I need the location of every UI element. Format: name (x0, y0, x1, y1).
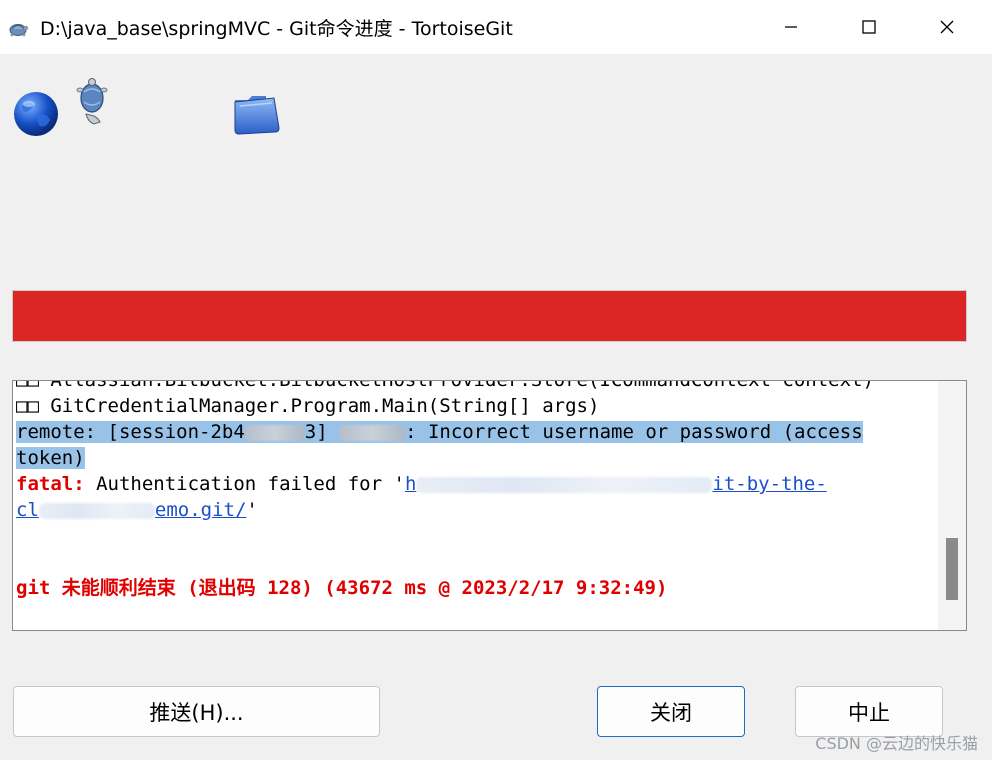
log-segment: remote: [session-2b4 (16, 421, 245, 443)
log-segment: 3] (304, 421, 340, 443)
progress-fill (13, 291, 966, 341)
log-line-highlighted: remote: [session-2b4 3] : Incorrect usern… (16, 419, 936, 445)
window-title: D:\java_base\springMVC - Git命令进度 - Torto… (40, 18, 513, 40)
log-line: □□ Atlassian.Bitbucket.BitbucketHostProv… (16, 380, 874, 391)
redacted-region (339, 421, 406, 443)
remote-url-link[interactable]: emo.git/ (155, 499, 247, 521)
close-icon (940, 20, 954, 34)
log-segment: ' (246, 499, 258, 521)
globe-icon (14, 92, 58, 136)
result-line: git 未能顺利结束 (退出码 128) (43672 ms @ 2023/2/… (16, 577, 668, 599)
remote-url-link[interactable]: it-by-the- (712, 473, 826, 495)
log-segment: : Incorrect username or password (access (405, 421, 863, 443)
watermark: CSDN @云边的快乐猫 (815, 734, 978, 753)
close-window-button[interactable] (918, 0, 976, 54)
progress-bar (12, 290, 967, 342)
log-line-error: fatal: Authentication failed for 'h it-by… (16, 471, 936, 497)
log-line-empty (16, 549, 936, 575)
push-button[interactable]: 推送(H)... (13, 686, 380, 737)
minimize-icon (785, 26, 797, 28)
log-line-empty (16, 523, 936, 549)
tortoise-icon (9, 24, 29, 37)
close-button[interactable]: 关闭 (597, 686, 745, 737)
log-line-highlighted: token) (16, 445, 936, 471)
scrollbar-thumb[interactable] (946, 538, 958, 600)
redacted-region (416, 473, 713, 495)
folder-icon (234, 96, 280, 135)
maximize-icon (862, 20, 876, 34)
remote-url-link[interactable]: h (405, 473, 416, 495)
minimize-button[interactable] (762, 0, 820, 54)
tortoise-icon (76, 78, 108, 125)
log-segment: token) (16, 447, 85, 469)
log-content: □□ Atlassian.Bitbucket.BitbucketHostProv… (16, 380, 936, 601)
maximize-button[interactable] (840, 0, 898, 54)
fatal-label: fatal: (16, 473, 85, 495)
remote-url-link[interactable]: cl (16, 499, 39, 521)
title-bar: D:\java_base\springMVC - Git命令进度 - Torto… (0, 0, 992, 54)
redacted-region (38, 499, 155, 521)
redacted-region (244, 421, 305, 443)
log-line-error: cl emo.git/' (16, 497, 936, 523)
log-segment: Authentication failed for ' (84, 473, 405, 495)
vertical-scrollbar[interactable] (938, 381, 966, 630)
log-output[interactable]: □□ Atlassian.Bitbucket.BitbucketHostProv… (12, 380, 967, 631)
log-line: □□ GitCredentialManager.Program.Main(Str… (16, 395, 600, 417)
